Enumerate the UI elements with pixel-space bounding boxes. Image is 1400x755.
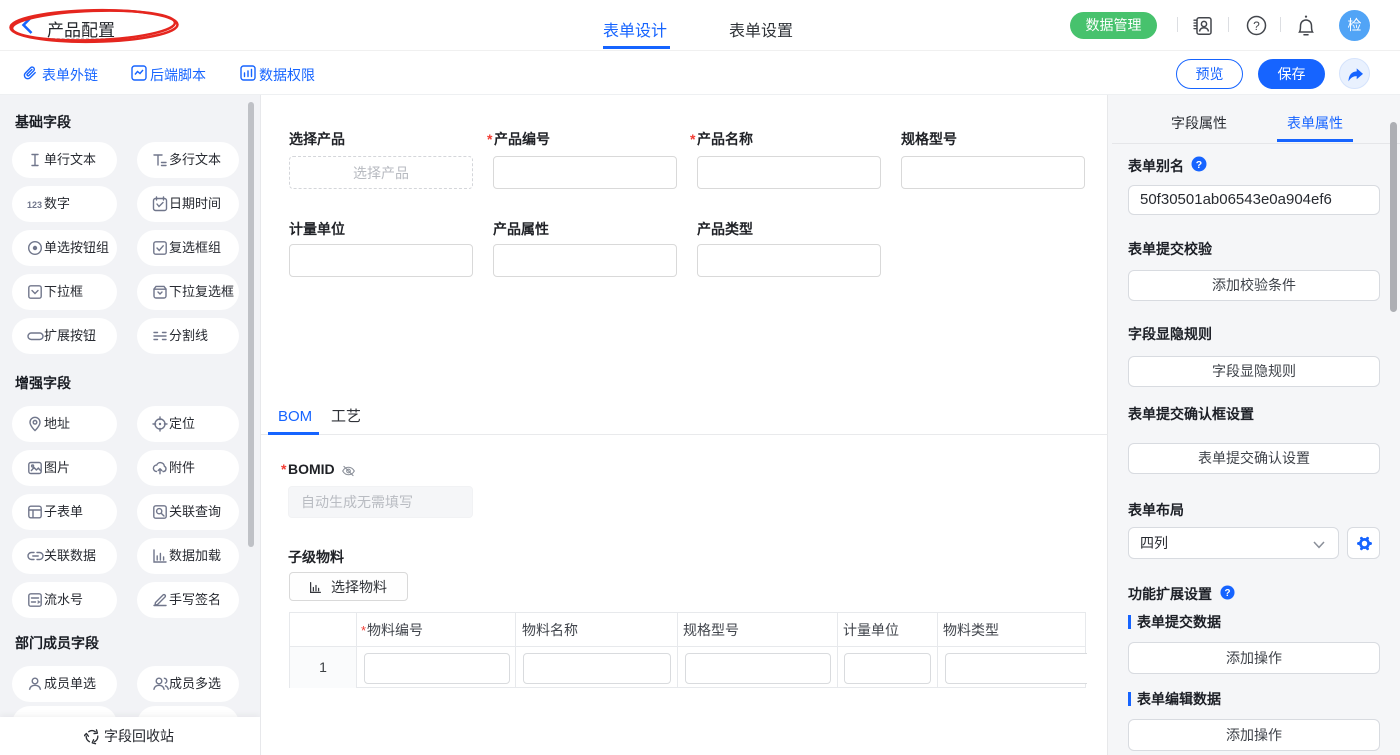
svg-text:123: 123 <box>27 200 42 210</box>
svg-text:?: ? <box>1253 19 1260 33</box>
svg-text:?: ? <box>1224 588 1230 599</box>
svg-text:?: ? <box>1196 159 1202 171</box>
